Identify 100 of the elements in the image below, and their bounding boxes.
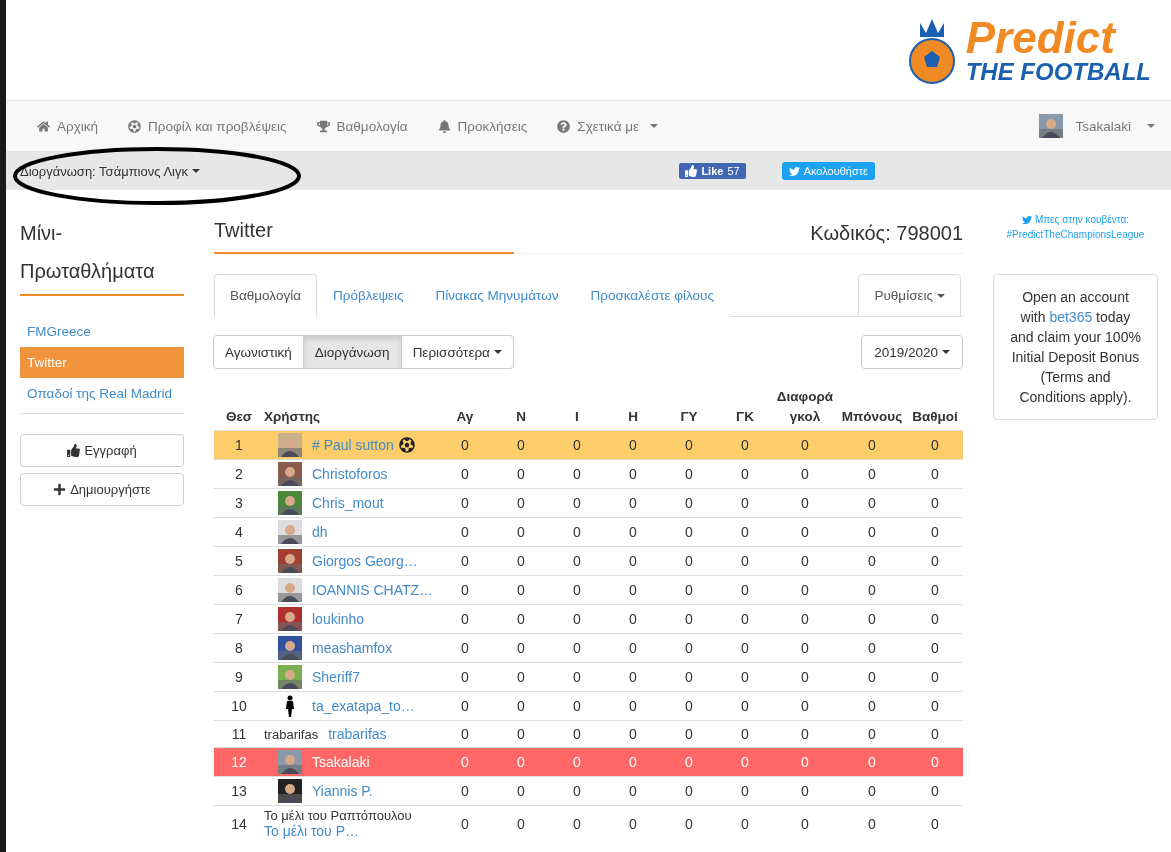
table-cell: 0 xyxy=(573,437,581,453)
table-cell: 0 xyxy=(801,582,809,598)
table-cell: 0 xyxy=(801,783,809,799)
table-cell: 0 xyxy=(629,495,637,511)
table-cell: 0 xyxy=(741,553,749,569)
column-header: Ι xyxy=(575,408,579,426)
user-link[interactable]: Christoforos xyxy=(312,466,388,482)
table-cell: 3 xyxy=(235,495,243,511)
table-cell: 0 xyxy=(868,553,876,569)
table-cell: 0 xyxy=(868,669,876,685)
logo[interactable]: Predict THE FOOTBALL xyxy=(901,15,1151,85)
sidebar-button[interactable]: Εγγραφή xyxy=(20,434,184,467)
table-cell: 0 xyxy=(629,437,637,453)
table-cell: 0 xyxy=(931,437,939,453)
hashtag-link[interactable]: #PredictTheChampionsLeague xyxy=(1006,229,1145,240)
user-link[interactable]: Sheriff7 xyxy=(312,669,360,685)
table-cell: 0 xyxy=(801,698,809,714)
user-link[interactable]: ta_exatapa_to… xyxy=(312,698,415,714)
table-cell: 8 xyxy=(235,640,243,656)
table-cell: 0 xyxy=(629,698,637,714)
thumbs-up-icon xyxy=(685,165,698,177)
column-header: Αγ xyxy=(456,408,474,426)
user-link[interactable]: IOANNIS CHATZ… xyxy=(312,582,434,598)
table-cell: 0 xyxy=(517,726,525,742)
table-cell: 0 xyxy=(573,815,581,832)
table-cell: 0 xyxy=(801,466,809,482)
bet365-link[interactable]: bet365 xyxy=(1049,309,1093,325)
user-link[interactable]: dh xyxy=(312,524,328,540)
table-cell: 0 xyxy=(931,553,939,569)
user-link[interactable]: Το μέλι του Ρ… xyxy=(264,823,359,839)
tab[interactable]: Βαθμολογία xyxy=(214,274,317,317)
table-cell: 0 xyxy=(517,466,525,482)
nav-link[interactable]: Αρχική xyxy=(22,118,114,134)
follow-button[interactable]: Ακολουθήστε xyxy=(781,162,875,180)
sidebar-item[interactable]: FMGreece xyxy=(20,316,184,347)
table-cell: 0 xyxy=(741,524,749,540)
column-header: Χρήστης xyxy=(264,408,321,426)
table-cell: 0 xyxy=(868,582,876,598)
nav-link[interactable]: Σχετικά με xyxy=(542,118,674,134)
settings-tab[interactable]: Ρυθμίσεις xyxy=(858,274,961,317)
table-cell: 0 xyxy=(931,726,939,742)
table-cell: 0 xyxy=(517,669,525,685)
table-cell: 0 xyxy=(629,611,637,627)
sidebar-item[interactable]: Οπαδοί της Real Madrid xyxy=(20,378,184,409)
table-cell: 0 xyxy=(868,495,876,511)
column-header: ΓΚ xyxy=(736,408,754,426)
table-cell: 13 xyxy=(231,783,247,799)
table-cell: 0 xyxy=(801,495,809,511)
table-cell: 0 xyxy=(629,783,637,799)
table-cell: 0 xyxy=(461,815,469,832)
nav-link[interactable]: Προφίλ και προβλέψεις xyxy=(113,118,302,134)
table-cell: 0 xyxy=(573,495,581,511)
like-button[interactable]: Like 57 xyxy=(679,163,746,179)
column-header: Ν xyxy=(516,408,526,426)
user-link[interactable]: Giorgos Georg… xyxy=(312,553,418,569)
user-link[interactable]: trabarifas xyxy=(328,726,387,742)
sidebar-button[interactable]: Δημιουργήστε xyxy=(20,473,184,506)
nav-link[interactable]: Προκλήσεις xyxy=(422,118,543,134)
table-cell: 0 xyxy=(573,669,581,685)
user-link[interactable]: meashamfox xyxy=(312,640,393,656)
table-cell: 14 xyxy=(231,815,247,832)
filter-button[interactable]: Διοργάνωση xyxy=(302,335,402,369)
table-cell: 0 xyxy=(461,669,469,685)
competition-dropdown[interactable]: Διοργάνωση: Τσάμπιονς Λιγκ xyxy=(20,163,200,179)
sidebar-item[interactable]: Twitter xyxy=(20,347,184,378)
league-title: Twitter xyxy=(214,213,514,254)
table-cell: 0 xyxy=(629,582,637,598)
user-link[interactable]: Yiannis P. xyxy=(312,783,373,799)
avatar-alt-text: Το μέλι του Ραπτόπουλου xyxy=(264,808,412,823)
table-cell: 0 xyxy=(517,754,525,770)
column-header: Μπόνους xyxy=(841,408,903,426)
table-cell: 0 xyxy=(931,611,939,627)
user-menu[interactable]: Tsakalaki xyxy=(1039,114,1155,138)
table-cell: 0 xyxy=(517,524,525,540)
column-header: ΓΥ xyxy=(680,408,698,426)
user-link[interactable]: Tsakalaki xyxy=(312,754,370,770)
filter-button[interactable]: Περισσότερα xyxy=(400,335,514,369)
table-cell: 0 xyxy=(931,466,939,482)
user-link[interactable]: Chris_mout xyxy=(312,495,384,511)
table-cell: 0 xyxy=(741,754,749,770)
table-cell: 0 xyxy=(741,783,749,799)
season-dropdown[interactable]: 2019/2020 xyxy=(861,335,963,369)
avatar-alt-text: trabarifas xyxy=(264,726,319,742)
table-cell: 0 xyxy=(741,437,749,453)
table-cell: 9 xyxy=(235,669,243,685)
bird-icon xyxy=(1021,214,1032,225)
nav-link[interactable]: Βαθμολογία xyxy=(301,118,423,134)
table-cell: 0 xyxy=(868,611,876,627)
table-cell: 0 xyxy=(573,726,581,742)
table-cell: 0 xyxy=(931,754,939,770)
column-header: Θεσ xyxy=(225,408,253,426)
table-cell: 0 xyxy=(461,495,469,511)
user-link[interactable]: # Paul sutton xyxy=(312,437,415,453)
league-code: Κωδικός: 798001 xyxy=(810,222,963,245)
table-cell: 0 xyxy=(517,783,525,799)
filter-button[interactable]: Αγωνιστική xyxy=(213,335,304,369)
table-cell: 0 xyxy=(629,815,637,832)
table-cell: 0 xyxy=(868,815,876,832)
trophy-icon xyxy=(316,119,330,133)
user-link[interactable]: loukinho xyxy=(312,611,365,627)
